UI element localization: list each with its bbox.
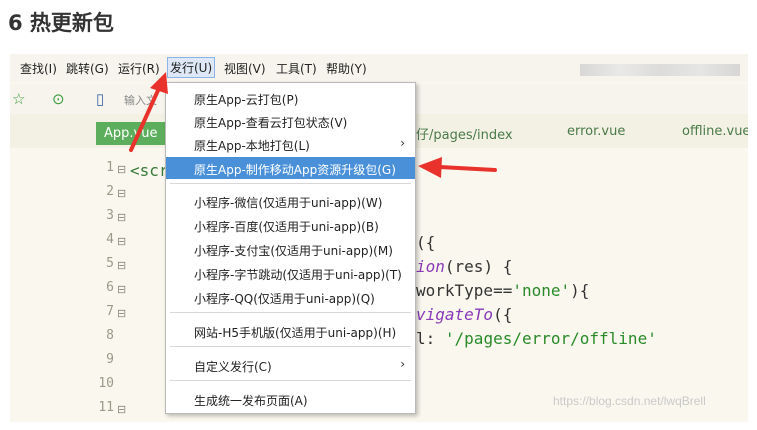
red-arrow-to-menu-icon — [129, 72, 168, 152]
annotation-arrows — [129, 72, 497, 178]
red-arrow-to-item-icon — [418, 157, 497, 178]
